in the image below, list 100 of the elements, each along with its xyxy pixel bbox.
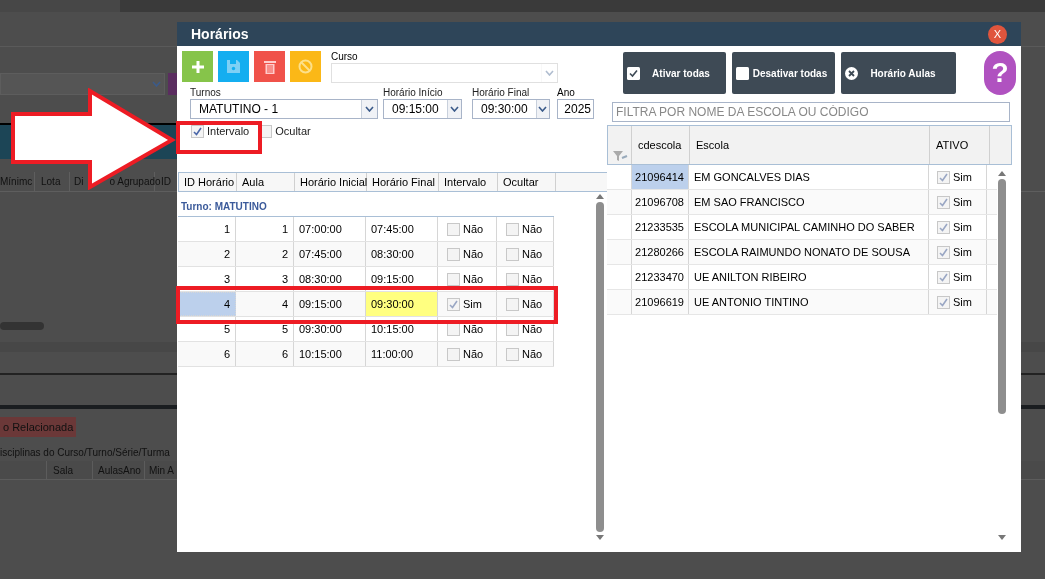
column-header: Di bbox=[74, 175, 84, 189]
column-header[interactable]: Intervalo bbox=[439, 173, 498, 191]
column-header[interactable]: ATIVO bbox=[930, 126, 990, 164]
column-header[interactable]: Ocultar bbox=[498, 173, 556, 191]
checkbox[interactable] bbox=[447, 347, 460, 361]
table-cell-text: Sim bbox=[953, 169, 972, 185]
select-field[interactable]: 09:30:00 bbox=[472, 99, 550, 119]
checkbox[interactable] bbox=[447, 297, 460, 311]
cancel-button[interactable] bbox=[290, 51, 321, 82]
checkbox[interactable] bbox=[447, 272, 460, 286]
column-header[interactable]: Horário Final bbox=[367, 173, 439, 191]
column-header: AulasAno bbox=[93, 461, 145, 479]
scroll-down-icon[interactable] bbox=[596, 535, 604, 540]
trash-icon bbox=[263, 59, 276, 74]
checkbox[interactable] bbox=[937, 170, 950, 184]
table-cell[interactable]: 21233535 bbox=[631, 215, 689, 239]
table-cell: EM GONCALVES DIAS bbox=[689, 165, 929, 189]
select-field[interactable]: MATUTINO - 1 bbox=[190, 99, 378, 119]
table-cell-text: Sim bbox=[463, 296, 482, 312]
help-button[interactable]: ? bbox=[984, 51, 1016, 95]
table-cell: 6 bbox=[236, 342, 294, 366]
filter-field[interactable]: FILTRA POR NOME DA ESCOLA OU CÓDIGO bbox=[612, 102, 1010, 122]
check-icon bbox=[939, 272, 948, 282]
table-cell: ESCOLA RAIMUNDO NONATO DE SOUSA bbox=[689, 240, 929, 264]
table-cell: 09:30:00 bbox=[366, 292, 438, 316]
checkbox[interactable] bbox=[937, 245, 950, 259]
check-icon bbox=[939, 172, 948, 182]
table-cell[interactable]: 21096414 bbox=[631, 165, 689, 189]
table-cell: 10:15:00 bbox=[366, 317, 438, 341]
scrollbar-thumb[interactable] bbox=[596, 202, 604, 532]
table-cell[interactable]: 21096619 bbox=[631, 290, 689, 314]
checkbox[interactable] bbox=[937, 195, 950, 209]
close-icon bbox=[845, 66, 858, 80]
table-cell[interactable]: 4 bbox=[178, 292, 236, 316]
table-cell[interactable]: 3 bbox=[178, 267, 236, 291]
table-cell-text: Não bbox=[463, 271, 484, 287]
action-button[interactable]: Ativar todas bbox=[623, 52, 726, 94]
table-cell: 4 bbox=[236, 292, 294, 316]
table-cell[interactable]: 2 bbox=[178, 242, 236, 266]
scroll-up-icon[interactable] bbox=[998, 171, 1006, 176]
caret-icon bbox=[449, 106, 459, 112]
table-cell: 10:15:00 bbox=[294, 342, 366, 366]
action-button[interactable]: Desativar todas bbox=[732, 52, 835, 94]
checkbox[interactable] bbox=[506, 347, 519, 361]
checkbox[interactable] bbox=[937, 270, 950, 284]
column-header[interactable]: Aula bbox=[237, 173, 295, 191]
table-cell[interactable]: 5 bbox=[178, 317, 236, 341]
year-field[interactable]: 2025 bbox=[557, 99, 594, 119]
save-button[interactable] bbox=[218, 51, 249, 82]
save-icon bbox=[227, 60, 240, 73]
checkbox[interactable] bbox=[937, 220, 950, 234]
select-field[interactable]: 09:15:00 bbox=[383, 99, 462, 119]
table-cell-text: Não bbox=[463, 221, 484, 237]
filter-icon[interactable] bbox=[611, 150, 628, 162]
table-cell[interactable]: 1 bbox=[178, 217, 236, 241]
table-cell: 07:00:00 bbox=[294, 217, 366, 241]
checkbox[interactable] bbox=[447, 222, 460, 236]
scroll-down-icon[interactable] bbox=[998, 535, 1006, 540]
scroll-up-icon[interactable] bbox=[596, 194, 604, 199]
checkbox[interactable] bbox=[937, 295, 950, 309]
table-cell-text: Não bbox=[522, 321, 543, 337]
scrollbar[interactable] bbox=[0, 322, 44, 330]
checkbox[interactable] bbox=[506, 297, 519, 311]
table-cell-text: Sim bbox=[953, 269, 972, 285]
checkbox[interactable] bbox=[506, 247, 519, 261]
table-cell-text: Sim bbox=[953, 294, 972, 310]
plus-icon bbox=[190, 59, 205, 74]
checkbox[interactable] bbox=[447, 247, 460, 261]
delete-button[interactable] bbox=[254, 51, 285, 82]
table-cell: EM SAO FRANCISCO bbox=[689, 190, 929, 214]
table-cell[interactable]: 6 bbox=[178, 342, 236, 366]
course-select[interactable] bbox=[331, 63, 558, 83]
table-cell[interactable]: 21280266 bbox=[631, 240, 689, 264]
checkbox[interactable] bbox=[506, 222, 519, 236]
close-button[interactable]: X bbox=[988, 24, 1007, 44]
table-cell[interactable]: 21096708 bbox=[631, 190, 689, 214]
table-cell: UE ANTONIO TINTINO bbox=[689, 290, 929, 314]
ban-icon bbox=[298, 59, 313, 74]
scrollbar-thumb[interactable] bbox=[998, 179, 1006, 414]
select-field[interactable] bbox=[0, 73, 165, 95]
column-header: Min A bbox=[148, 463, 175, 478]
table-cell-text: Não bbox=[522, 346, 543, 362]
check-icon bbox=[449, 299, 458, 309]
table-cell: 07:45:00 bbox=[294, 242, 366, 266]
column-header[interactable]: ID Horário bbox=[179, 173, 237, 191]
column-header: Mínimc bbox=[0, 172, 35, 191]
table-cell: 09:30:00 bbox=[294, 317, 366, 341]
table-cell: 07:45:00 bbox=[366, 217, 438, 241]
table-cell: 5 bbox=[236, 317, 294, 341]
checkbox[interactable] bbox=[506, 272, 519, 286]
table-cell[interactable]: 21233470 bbox=[631, 265, 689, 289]
action-button[interactable]: Horário Aulas bbox=[841, 52, 956, 94]
column-header[interactable]: cdescola bbox=[632, 126, 690, 164]
column-header[interactable]: Horário Inicial bbox=[295, 173, 367, 191]
caret-icon bbox=[538, 106, 548, 112]
field-label: Horário Final bbox=[472, 87, 531, 99]
table-cell: 1 bbox=[236, 217, 294, 241]
column-header[interactable]: Escola bbox=[690, 126, 930, 164]
table-cell-text: Não bbox=[463, 246, 484, 262]
dialog-title: Horários bbox=[191, 24, 249, 44]
